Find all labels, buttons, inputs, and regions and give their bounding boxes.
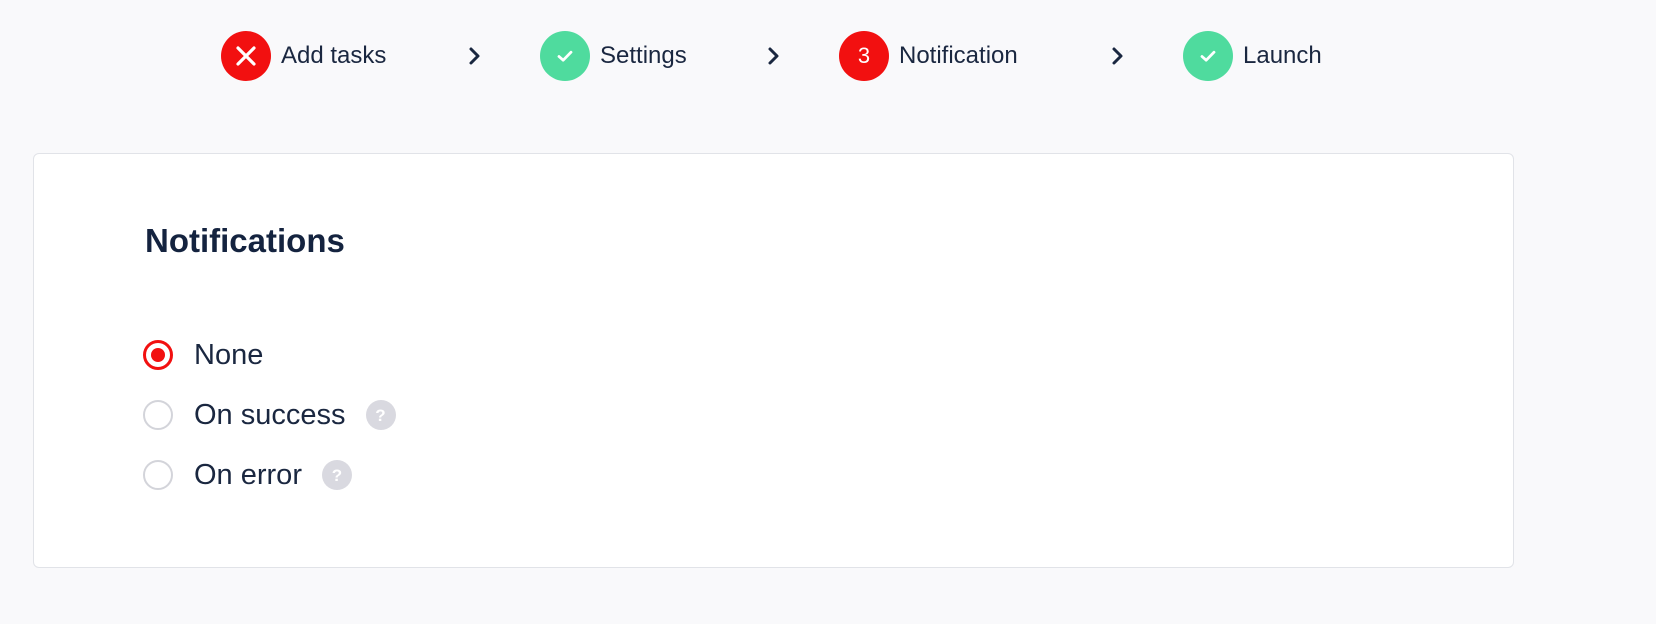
radio-button[interactable] [143,400,173,430]
radio-label: None [194,338,264,371]
chevron-right-icon [767,43,781,69]
step-launch[interactable]: Launch [1183,31,1322,81]
question-icon[interactable]: ? [321,460,352,490]
step-settings[interactable]: Settings [540,31,687,81]
step-number-badge: 3 [839,31,889,81]
chevron-right-icon [468,43,482,69]
step-label: Notification [899,42,1018,69]
close-icon [221,31,271,81]
radio-label: On success [194,398,346,431]
check-icon [1183,31,1233,81]
step-label: Launch [1243,42,1322,69]
stepper: Add tasks Settings 3 Notification Launch [0,31,1656,81]
radio-button[interactable] [143,460,173,490]
step-label: Settings [600,42,687,69]
step-add-tasks[interactable]: Add tasks [221,31,386,81]
radio-option-none[interactable]: None [143,338,263,372]
radio-label: On error [194,458,302,491]
check-icon [540,31,590,81]
notifications-card: Notifications None On success ? On error… [33,153,1514,568]
step-label: Add tasks [281,42,387,69]
step-notification[interactable]: 3 Notification [839,31,1018,81]
radio-option-on-success[interactable]: On success ? [143,398,396,432]
step-number: 3 [857,43,871,68]
question-icon[interactable]: ? [365,400,396,430]
section-title: Notifications [145,222,345,259]
radio-button[interactable] [143,340,173,370]
radio-option-on-error[interactable]: On error ? [143,458,352,492]
chevron-right-icon [1111,43,1125,69]
